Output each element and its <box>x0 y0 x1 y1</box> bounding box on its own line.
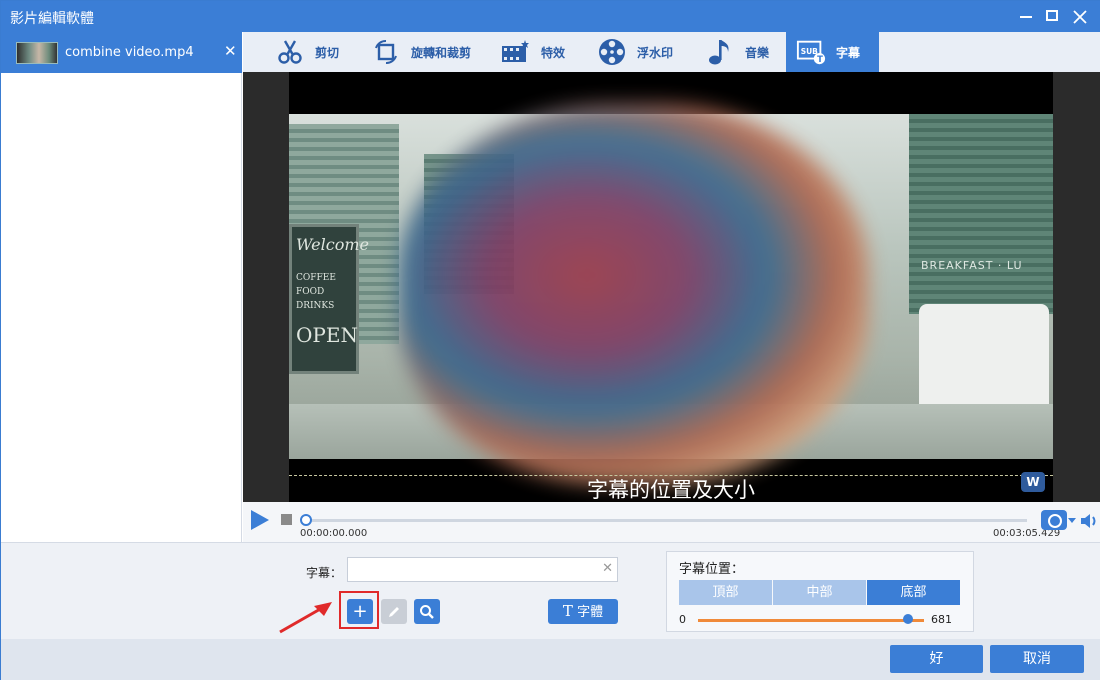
file-name: combine video.mp4 <box>65 45 194 60</box>
tab-watermark[interactable]: 浮水印 <box>597 32 673 72</box>
scissors-icon <box>275 37 305 67</box>
scene-chalkboard: Welcome COFFEE FOOD DRINKS OPEN <box>289 224 369 374</box>
tab-cut-label: 剪切 <box>315 45 340 60</box>
music-note-icon <box>705 37 735 67</box>
ok-button[interactable]: 好 <box>890 645 983 673</box>
tab-watermark-label: 浮水印 <box>637 45 674 60</box>
app-window: 影片編輯軟體 combine video.mp4 ✕ 剪切 旋轉和裁剪 特效 浮… <box>0 0 1100 680</box>
subtitle-overlay-text[interactable]: 字幕的位置及大小 <box>289 474 1053 502</box>
svg-text:T: T <box>817 54 823 64</box>
board-line-2: COFFEE <box>296 273 336 283</box>
tab-music[interactable]: 音樂 <box>705 32 769 72</box>
position-middle-option[interactable]: 中部 <box>773 580 866 605</box>
maximize-icon <box>1046 10 1058 21</box>
clear-input-icon[interactable]: ✕ <box>602 561 613 576</box>
volume-icon[interactable] <box>1079 511 1099 531</box>
video-scene: Welcome COFFEE FOOD DRINKS OPEN BREAKFAS… <box>289 104 1053 484</box>
minimize-button[interactable] <box>1012 1 1040 32</box>
position-top-option[interactable]: 頂部 <box>679 580 772 605</box>
font-button-label: 字體 <box>577 605 604 620</box>
dialog-footer: 好 取消 <box>1 639 1100 680</box>
subtitle-icon: SUB T <box>796 37 826 67</box>
scene-blurred-foreground <box>399 104 869 484</box>
scene-table <box>919 304 1049 414</box>
snapshot-dropdown-icon[interactable] <box>1068 518 1076 523</box>
edit-subtitle-button[interactable] <box>381 599 407 624</box>
rotate-crop-icon <box>371 37 401 67</box>
board-line-3: FOOD <box>296 287 325 297</box>
add-subtitle-button[interactable]: + <box>347 599 373 624</box>
video-frame: Welcome COFFEE FOOD DRINKS OPEN BREAKFAS… <box>289 72 1053 502</box>
red-pointer-arrow-icon <box>279 602 332 634</box>
video-logo: W <box>1021 472 1045 492</box>
tab-subtitle-label: 字幕 <box>836 45 861 60</box>
tab-cut[interactable]: 剪切 <box>275 32 339 72</box>
file-list-item[interactable]: combine video.mp4 ✕ <box>1 32 242 73</box>
position-range-max: 681 <box>931 613 952 626</box>
timeline-handle[interactable] <box>300 514 312 526</box>
maximize-button[interactable] <box>1038 1 1066 32</box>
position-slider-handle[interactable] <box>903 614 914 624</box>
board-line-1: Welcome <box>296 235 369 254</box>
video-thumbnail <box>16 42 58 64</box>
tab-rotate-crop[interactable]: 旋轉和裁剪 <box>371 32 471 72</box>
window-title: 影片編輯軟體 <box>10 11 94 27</box>
subtitle-label: 字幕： <box>306 566 343 580</box>
close-icon <box>1073 10 1087 24</box>
search-icon <box>420 605 434 619</box>
board-line-4: DRINKS <box>296 301 335 311</box>
tab-rotate-crop-label: 旋轉和裁剪 <box>411 45 472 60</box>
shop-sign: BREAKFAST · LU <box>921 259 1023 272</box>
remove-file-icon[interactable]: ✕ <box>224 42 237 60</box>
scene-shutter-right <box>909 114 1053 314</box>
close-window-button[interactable] <box>1066 1 1094 32</box>
font-button[interactable]: T 字體 <box>548 599 618 624</box>
position-title: 字幕位置： <box>679 562 745 577</box>
snapshot-camera-icon[interactable] <box>1041 510 1067 530</box>
current-time: 00:00:00.000 <box>300 528 368 539</box>
watermark-film-reel-icon <box>597 37 627 67</box>
tab-effects-label: 特效 <box>541 45 566 60</box>
search-subtitle-button[interactable] <box>414 599 440 624</box>
position-bottom-option[interactable]: 底部 <box>867 580 960 605</box>
minimize-icon <box>1020 16 1032 18</box>
position-range-min: 0 <box>679 613 686 626</box>
tab-subtitle[interactable]: SUB T 字幕 <box>786 32 879 72</box>
subtitle-editor: 字幕： ✕ + T 字體 字幕位置： 頂部 中部 底部 0 681 <box>1 542 1100 639</box>
effects-film-icon <box>501 37 531 67</box>
font-t-icon: T <box>562 602 573 620</box>
stop-button[interactable] <box>281 514 292 525</box>
cancel-button[interactable]: 取消 <box>990 645 1084 673</box>
board-line-5: OPEN <box>296 323 358 347</box>
file-list-panel: combine video.mp4 ✕ <box>1 32 242 542</box>
playback-controls: 00:00:00.000 00:03:05.429 <box>243 502 1100 542</box>
subtitle-input[interactable]: ✕ <box>347 557 618 582</box>
position-slider-track[interactable] <box>698 619 924 622</box>
pencil-icon <box>389 607 399 617</box>
tab-music-label: 音樂 <box>745 45 770 60</box>
video-preview[interactable]: Welcome COFFEE FOOD DRINKS OPEN BREAKFAS… <box>243 72 1100 502</box>
play-button[interactable] <box>251 510 269 530</box>
tab-effects[interactable]: 特效 <box>501 32 565 72</box>
title-bar: 影片編輯軟體 <box>1 1 1100 32</box>
subtitle-position-panel: 字幕位置： 頂部 中部 底部 0 681 <box>666 551 974 632</box>
edit-tabs: 剪切 旋轉和裁剪 特效 浮水印 音樂 SUB T 字幕 <box>243 32 1100 72</box>
timeline-track[interactable] <box>305 519 1027 522</box>
